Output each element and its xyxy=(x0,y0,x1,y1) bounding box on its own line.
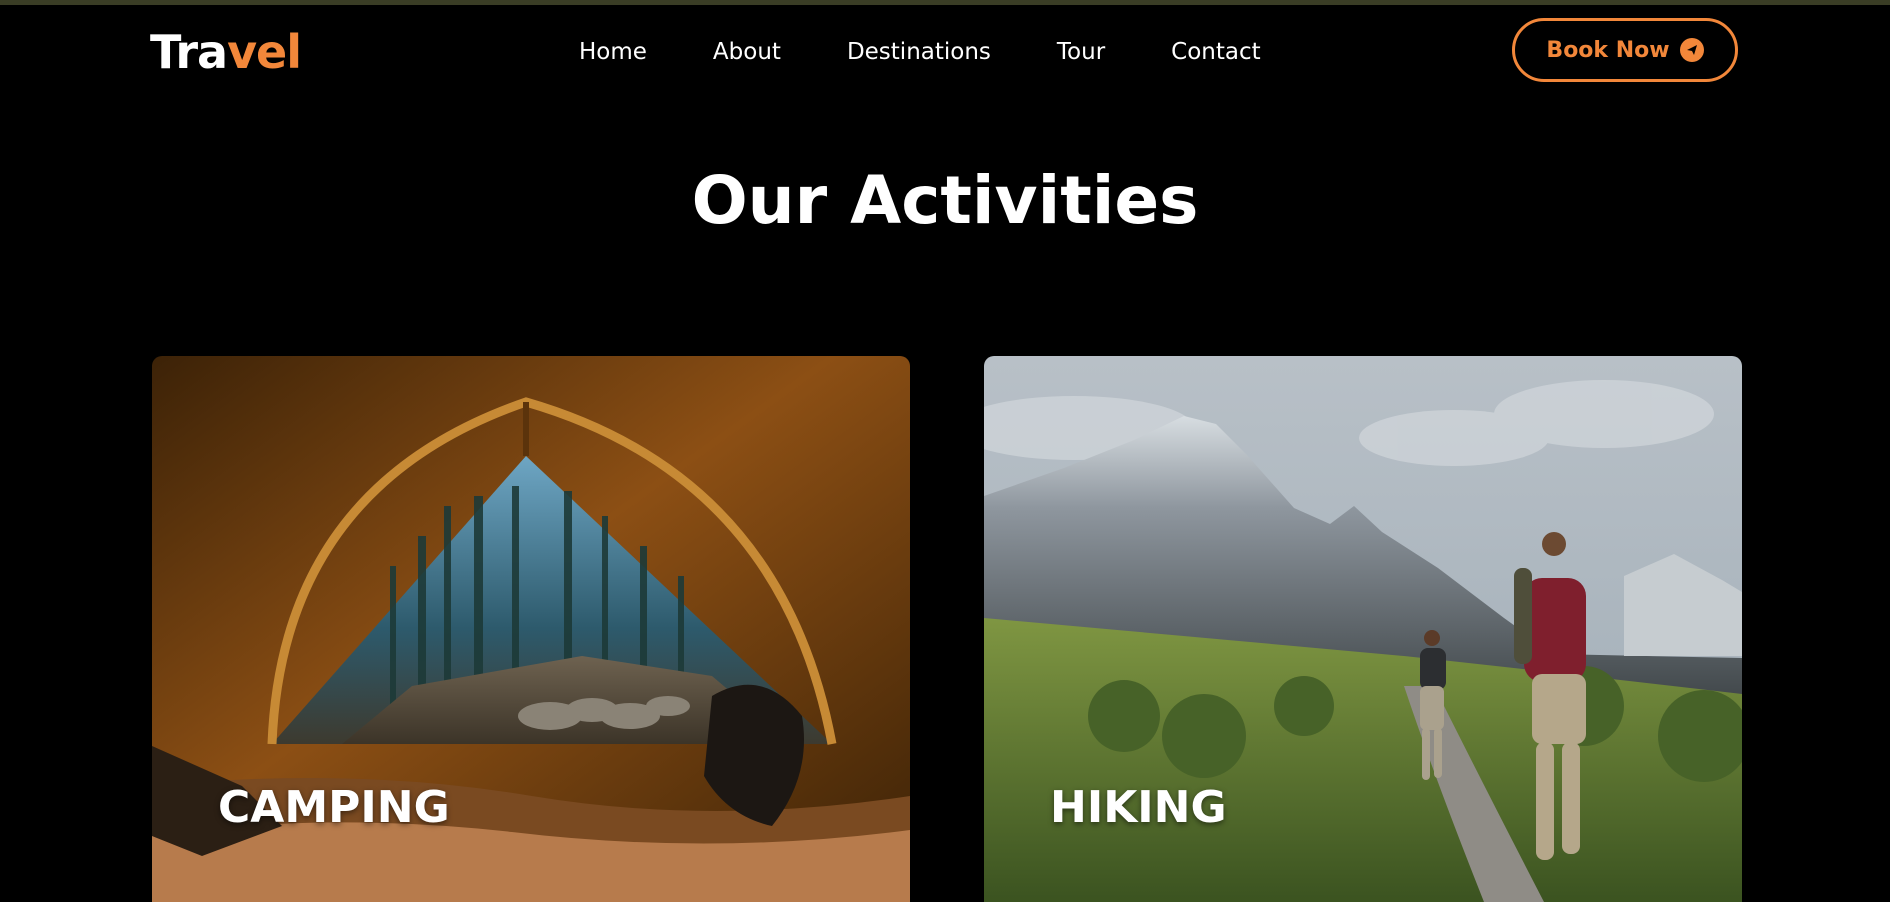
logo-part-1: Tra xyxy=(150,25,228,79)
nav-home[interactable]: Home xyxy=(579,39,647,65)
send-icon xyxy=(1679,38,1704,62)
logo-part-2: vel xyxy=(227,25,302,79)
activity-card-camping[interactable]: CAMPING xyxy=(152,356,910,902)
nav-contact[interactable]: Contact xyxy=(1171,39,1260,65)
page: Travel Home About Destinations Tour Cont… xyxy=(0,0,1890,902)
activity-label-hiking: HIKING xyxy=(1050,782,1227,833)
activity-card-hiking[interactable]: HIKING xyxy=(984,356,1742,902)
section-title: Our Activities xyxy=(691,162,1199,240)
nav-destinations[interactable]: Destinations xyxy=(847,39,991,65)
main-nav: Home About Destinations Tour Contact xyxy=(579,36,1261,68)
nav-about[interactable]: About xyxy=(713,39,781,65)
nav-tour[interactable]: Tour xyxy=(1057,39,1105,65)
top-strip xyxy=(0,0,1890,5)
activity-label-camping: CAMPING xyxy=(218,782,450,833)
book-now-label: Book Now xyxy=(1546,37,1670,63)
book-now-button[interactable]: Book Now xyxy=(1512,18,1738,82)
logo[interactable]: Travel xyxy=(150,22,302,82)
